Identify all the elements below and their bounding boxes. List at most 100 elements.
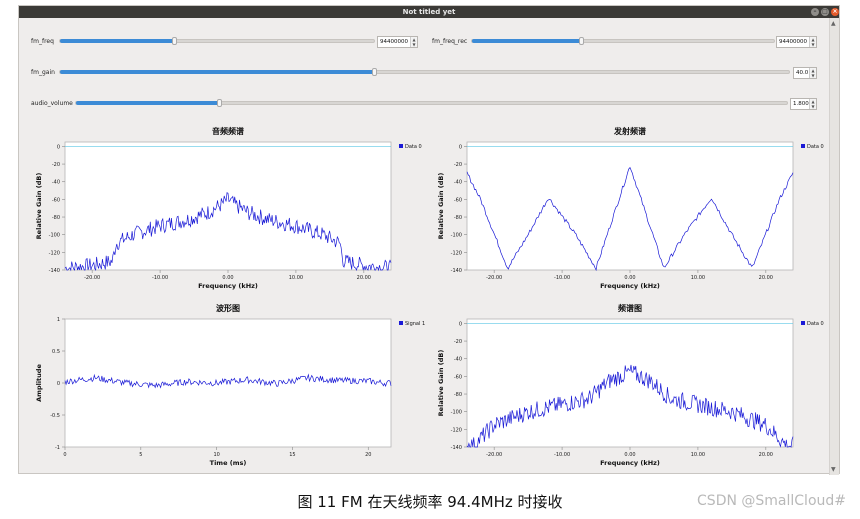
y-tick-label: -100 xyxy=(451,233,462,239)
y-tick-label: -20 xyxy=(454,339,462,345)
plot-audio-svg: 音频频谱 Frequency (kHz) Relative Gain (dB) Dat… xyxy=(35,126,422,290)
y-tick-label: -100 xyxy=(451,410,462,416)
y-tick-label: -140 xyxy=(451,268,462,274)
waveform-plot[interactable]: 波形图 Time (ms) Amplitude Signal 1 1 0.5 0 -0.5 -1… xyxy=(19,299,425,474)
y-tick-label: 0 xyxy=(57,381,60,387)
y-tick-label: -120 xyxy=(451,250,462,256)
fm-freq-label: fm_freq xyxy=(31,38,54,45)
x-tick-label: -10.00 xyxy=(152,275,168,281)
y-tick-label: -80 xyxy=(454,215,462,221)
scroll-down-icon[interactable]: ▼ xyxy=(831,466,836,473)
y-tick-label: -60 xyxy=(52,197,60,203)
y-tick-label: -20 xyxy=(52,162,60,168)
fm-freq-slider[interactable] xyxy=(59,37,375,45)
fm-gain-value: 40.0 xyxy=(796,70,809,76)
y-axis-label: Relative Gain (dB) xyxy=(437,173,445,240)
audio-volume-slider-thumb[interactable] xyxy=(216,99,222,107)
fm-freq-slider-fill xyxy=(60,39,174,43)
title-bar: Not titled yet – □ × xyxy=(19,6,839,18)
y-tick-label: -120 xyxy=(451,427,462,433)
audio-volume-slider[interactable] xyxy=(75,99,788,107)
audio-volume-spinbox[interactable]: 1.800 ▲ ▼ xyxy=(790,98,817,110)
y-tick-label: -20 xyxy=(454,162,462,168)
fm-freq-rec-label: fm_freq_rec xyxy=(432,38,468,45)
plot-tx-svg: 发射频谱 Frequency (kHz) Relative Gain (dB) Dat… xyxy=(437,126,824,290)
x-tick-label: 0 xyxy=(63,452,66,458)
legend-marker xyxy=(399,144,403,148)
x-tick-label: 0.00 xyxy=(222,275,233,281)
fm-freq-spinbox[interactable]: 94400000 ▲ ▼ xyxy=(377,36,418,48)
x-tick-label: 20.00 xyxy=(759,452,773,458)
watermark: CSDN @SmallCloud# xyxy=(697,493,846,509)
fm-gain-slider[interactable] xyxy=(59,68,790,76)
y-tick-label: 0 xyxy=(57,144,60,150)
fm-freq-rec-slider-thumb[interactable] xyxy=(579,37,585,45)
legend-marker xyxy=(801,144,805,148)
x-tick-label: 15 xyxy=(289,452,295,458)
legend-marker xyxy=(801,321,805,325)
y-tick-label: -40 xyxy=(454,180,462,186)
audio-spectrum-plot[interactable]: 音频频谱 Frequency (kHz) Relative Gain (dB) Dat… xyxy=(19,122,422,297)
x-tick-label: -10.00 xyxy=(554,452,570,458)
plot-spec-svg: 频谱图 Frequency (kHz) Relative Gain (dB) Data… xyxy=(437,303,824,467)
x-tick-label: -20.00 xyxy=(486,275,502,281)
fm-gain-spinbox[interactable]: 40.0 ▲ ▼ xyxy=(793,67,817,79)
y-tick-label: -120 xyxy=(49,250,60,256)
x-tick-label: 5 xyxy=(139,452,142,458)
audio-volume-spin-arrows[interactable]: ▲ ▼ xyxy=(809,99,816,109)
x-tick-label: 20 xyxy=(365,452,371,458)
x-axis-label: Time (ms) xyxy=(210,459,247,467)
y-axis-label: Relative Gain (dB) xyxy=(35,173,43,240)
tx-spectrum-plot[interactable]: 发射频谱 Frequency (kHz) Relative Gain (dB) Dat… xyxy=(421,122,824,297)
y-tick-label: 0.5 xyxy=(52,349,60,355)
y-tick-label: -60 xyxy=(454,374,462,380)
x-tick-label: 20.00 xyxy=(357,275,371,281)
y-tick-label: -1 xyxy=(55,445,60,451)
spectrum-plot[interactable]: 频谱图 Frequency (kHz) Relative Gain (dB) Data… xyxy=(421,299,824,474)
x-tick-label: 10.00 xyxy=(691,275,705,281)
x-axis-label: Frequency (kHz) xyxy=(600,459,660,467)
x-tick-label: 10 xyxy=(213,452,219,458)
y-tick-label: 1 xyxy=(57,317,60,323)
y-tick-label: -40 xyxy=(454,357,462,363)
plot-title: 频谱图 xyxy=(618,303,642,313)
scroll-up-icon[interactable]: ▲ xyxy=(831,20,836,27)
close-button[interactable]: × xyxy=(831,8,839,16)
fm-gain-slider-thumb[interactable] xyxy=(372,68,378,76)
app-window: Not titled yet – □ × fm_freq 94400000 ▲ ▼… xyxy=(18,5,840,475)
plot-title: 发射频谱 xyxy=(613,126,646,136)
vertical-scrollbar[interactable]: ▲ ▼ xyxy=(829,18,839,475)
audio-volume-label: audio_volume xyxy=(31,100,73,107)
x-tick-label: 20.00 xyxy=(759,275,773,281)
x-tick-label: 10.00 xyxy=(289,275,303,281)
plot-canvas xyxy=(466,318,794,448)
fm-freq-rec-spinbox[interactable]: 94400000 ▲ ▼ xyxy=(776,36,817,48)
fm-gain-spin-arrows[interactable]: ▲ ▼ xyxy=(809,68,816,78)
x-tick-label: -20.00 xyxy=(486,452,502,458)
audio-volume-slider-fill xyxy=(76,101,219,105)
legend-marker xyxy=(399,321,403,325)
x-tick-label: -10.00 xyxy=(554,275,570,281)
y-axis-label: Relative Gain (dB) xyxy=(437,350,445,417)
x-axis-label: Frequency (kHz) xyxy=(198,282,258,290)
fm-freq-spin-arrows[interactable]: ▲ ▼ xyxy=(410,37,417,47)
audio-volume-value: 1.800 xyxy=(793,101,809,107)
y-tick-label: -80 xyxy=(52,215,60,221)
legend-label: Data 0 xyxy=(807,144,824,150)
x-tick-label: 0.00 xyxy=(624,275,635,281)
y-tick-label: -100 xyxy=(49,233,60,239)
minimize-button[interactable]: – xyxy=(811,8,819,16)
fm-freq-slider-thumb[interactable] xyxy=(171,37,177,45)
y-tick-label: -140 xyxy=(49,268,60,274)
x-tick-label: 10.00 xyxy=(691,452,705,458)
plot-wave-svg: 波形图Time (ms)AmplitudeSignal 110.50-0.5-1… xyxy=(35,303,425,467)
plot-canvas xyxy=(466,141,794,271)
y-tick-label: -0.5 xyxy=(50,413,60,419)
plot-title: 波形图 xyxy=(216,303,240,313)
y-tick-label: -60 xyxy=(454,197,462,203)
window-title: Not titled yet xyxy=(402,8,456,16)
fm-freq-rec-spin-arrows[interactable]: ▲ ▼ xyxy=(809,37,816,47)
plot-title: 音频频谱 xyxy=(212,126,244,136)
maximize-button[interactable]: □ xyxy=(821,8,829,16)
fm-freq-rec-slider[interactable] xyxy=(471,37,775,45)
